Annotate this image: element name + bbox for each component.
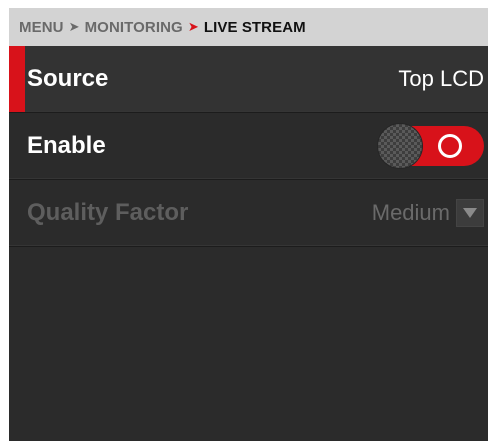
chevron-right-icon: ➤	[68, 19, 80, 34]
setting-row-quality-factor: Quality Factor Medium	[9, 180, 488, 247]
breadcrumb-monitoring[interactable]: MONITORING	[85, 19, 183, 36]
breadcrumb-menu[interactable]: MENU	[19, 19, 64, 36]
breadcrumb: MENU ➤ MONITORING ➤ LIVE STREAM	[9, 8, 488, 46]
breadcrumb-live-stream: LIVE STREAM	[203, 18, 306, 36]
setting-row-source[interactable]: Source Top LCD	[9, 46, 488, 113]
chevron-right-icon: ➤	[187, 19, 199, 34]
enable-toggle[interactable]	[378, 124, 484, 168]
live-stream-menu-panel: MENU ➤ MONITORING ➤ LIVE STREAM Source T…	[9, 8, 488, 441]
selection-indicator	[9, 46, 25, 112]
setting-row-enable[interactable]: Enable	[9, 113, 488, 180]
setting-label-quality-factor: Quality Factor	[27, 199, 189, 226]
toggle-on-circle-icon	[438, 134, 462, 158]
triangle-down-icon	[456, 199, 484, 227]
toggle-knob	[378, 124, 422, 168]
quality-factor-select: Medium	[372, 199, 488, 227]
setting-value-quality-factor: Medium	[371, 200, 450, 225]
setting-value-source[interactable]: Top LCD	[398, 66, 488, 92]
setting-label-enable: Enable	[27, 132, 106, 159]
